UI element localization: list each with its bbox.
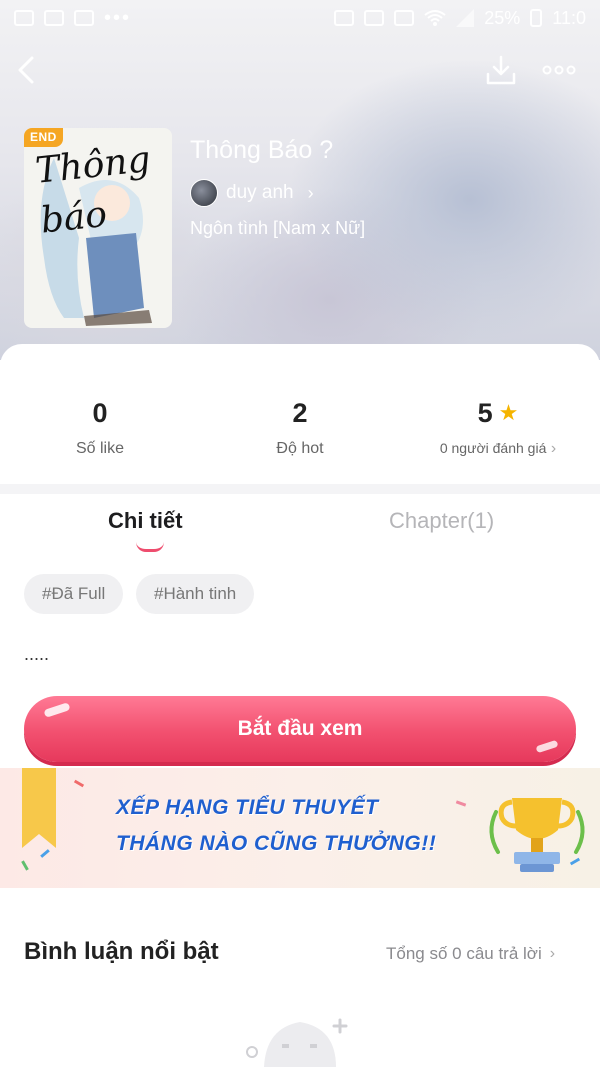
likes-stat: 0 Số like — [0, 396, 200, 458]
rating-label-row: 0 người đánh giá › — [398, 440, 598, 458]
author-name: duy anh — [226, 182, 294, 203]
author-link[interactable]: duy anh › — [190, 177, 314, 209]
tab-chapter[interactable]: Chapter(1) — [389, 508, 494, 534]
tag-chip[interactable]: #Đã Full — [24, 574, 124, 614]
section-divider — [0, 484, 600, 494]
download-button[interactable] — [480, 48, 522, 92]
rating-label: 0 người đánh giá — [439, 440, 547, 456]
stats-card: 0 Số like 2 Độ hot 5 ★ 0 người đánh giá … — [0, 344, 600, 484]
more-button[interactable] — [536, 48, 582, 92]
banner-subline: THÁNG NÀO CŨNG THƯỞNG!! — [116, 832, 437, 855]
trophy-icon — [489, 798, 585, 872]
confetti-decoration — [455, 800, 467, 807]
chevron-right-icon: › — [307, 182, 314, 203]
ranking-banner[interactable]: XẾP HẠNG TIỂU THUYẾT THÁNG NÀO CŨNG THƯỞ… — [0, 768, 600, 888]
book-title: Thông Báo ? — [190, 136, 334, 164]
status-left: ••• — [14, 7, 132, 29]
hot-stat: 2 Độ hot — [200, 396, 400, 458]
warning-icon — [364, 10, 385, 26]
empty-comments-illustration — [246, 1018, 348, 1067]
message-icon — [44, 10, 64, 26]
download-icon — [486, 55, 516, 85]
book-cover[interactable]: END Thông báo — [24, 128, 172, 328]
synopsis-text: ..... — [24, 644, 50, 664]
start-reading-button[interactable]: Bắt đầu xem — [24, 696, 576, 762]
bookmark-ribbon-icon — [22, 768, 56, 848]
sim-icon — [334, 10, 355, 26]
status-right: 25% 11:0 — [334, 8, 586, 29]
comments-title: Bình luận nổi bật — [24, 938, 219, 965]
likes-label: Số like — [75, 440, 125, 457]
battery-level: 25% — [484, 7, 521, 28]
clock: 11:0 — [552, 7, 586, 28]
status-bar: ••• 25% 11:0 — [0, 0, 600, 36]
star-icon: ★ — [498, 400, 519, 425]
comments-count: Tổng số 0 câu trả lời — [386, 944, 542, 963]
rating-value: 5 — [477, 397, 493, 428]
rating-stat[interactable]: 5 ★ 0 người đánh giá › — [398, 396, 598, 458]
confetti-decoration — [40, 849, 50, 858]
hot-label: Độ hot — [276, 440, 324, 457]
more-notifications-icon: ••• — [104, 7, 132, 29]
genre-label: Ngôn tình [Nam x Nữ] — [190, 218, 366, 238]
button-shine — [535, 739, 559, 754]
tab-detail[interactable]: Chi tiết — [108, 508, 183, 534]
likes-value: 0 — [92, 397, 108, 428]
gallery-icon — [14, 10, 34, 26]
rating-value-row: 5 ★ — [398, 396, 598, 430]
battery-icon — [530, 9, 543, 27]
confetti-decoration — [21, 860, 29, 871]
hot-value: 2 — [292, 397, 308, 428]
more-dots-icon — [542, 65, 576, 75]
confetti-decoration — [73, 779, 85, 788]
wifi-icon — [424, 10, 446, 26]
back-button[interactable] — [6, 46, 46, 94]
cover-title-text: Thông báo — [33, 139, 153, 242]
banner-headline: XẾP HẠNG TIỂU THUYẾT — [116, 796, 379, 819]
alarm-icon — [394, 10, 415, 26]
chevron-right-icon: › — [549, 945, 556, 962]
chevron-left-icon — [18, 56, 34, 84]
signal-icon — [456, 9, 475, 27]
top-bar — [0, 46, 600, 96]
avatar — [190, 179, 218, 207]
store-icon — [74, 10, 94, 26]
tab-bar: Chi tiết Chapter(1) — [0, 494, 600, 556]
chevron-right-icon: › — [550, 440, 557, 457]
button-shine — [43, 702, 71, 718]
start-reading-label: Bắt đầu xem — [237, 717, 363, 740]
tag-chip[interactable]: #Hành tinh — [136, 574, 255, 614]
comments-count-link[interactable]: Tổng số 0 câu trả lời › — [386, 944, 555, 964]
